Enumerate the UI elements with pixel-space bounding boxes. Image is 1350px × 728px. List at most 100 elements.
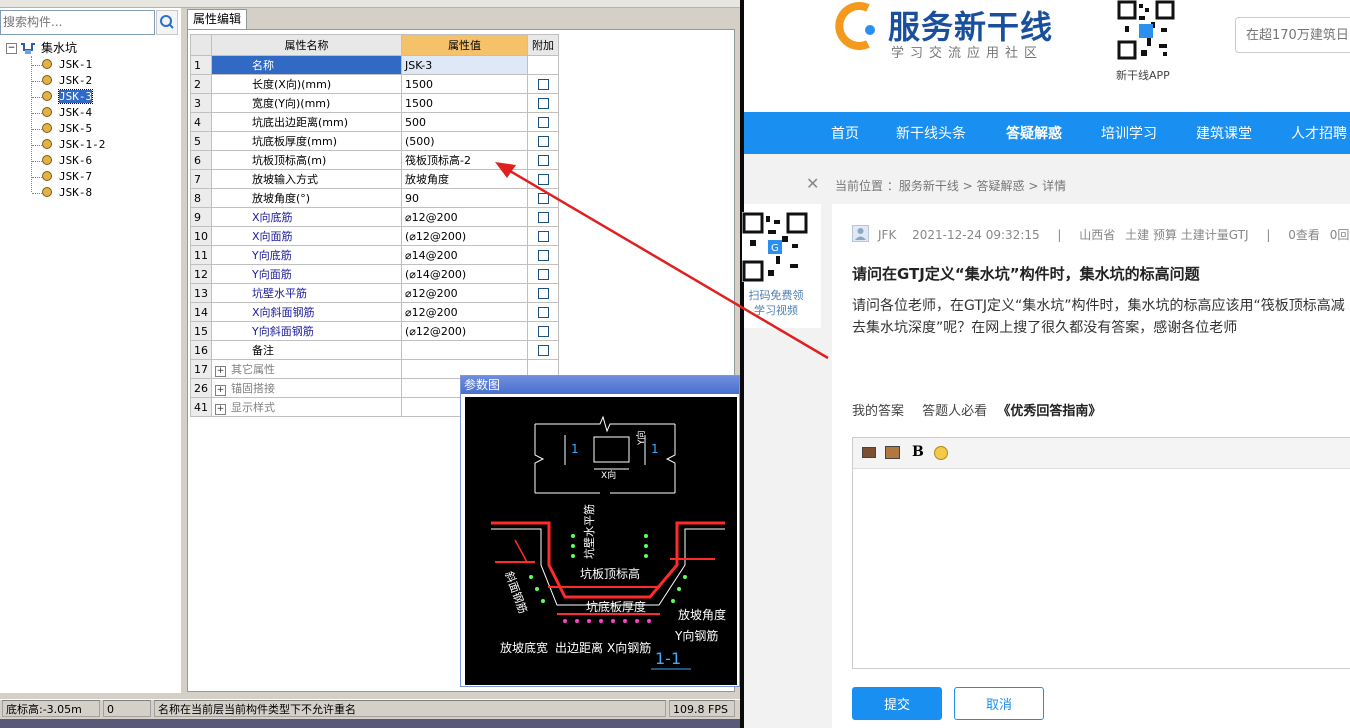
- property-row[interactable]: 13 坑壁水平筋 ⌀12@200: [190, 283, 559, 303]
- extra-checkbox[interactable]: [537, 269, 549, 280]
- property-value[interactable]: 1500: [401, 74, 528, 94]
- nav-item-2[interactable]: 答疑解惑: [1006, 123, 1062, 143]
- site-logo-icon[interactable]: [832, 0, 880, 62]
- property-row[interactable]: 16 备注: [190, 340, 559, 360]
- extra-checkbox[interactable]: [537, 155, 549, 166]
- diagram-label-slope-width: 放坡底宽: [500, 640, 548, 655]
- property-value[interactable]: 放坡角度: [401, 169, 528, 189]
- tab-property-edit[interactable]: 属性编辑: [187, 9, 247, 30]
- search-button[interactable]: [156, 10, 178, 35]
- property-row[interactable]: 3 宽度(Y向)(mm) 1500: [190, 93, 559, 113]
- extra-checkbox[interactable]: [537, 117, 549, 128]
- tree-root-item[interactable]: 集水坑: [41, 40, 77, 56]
- property-name: Y向面筋: [211, 264, 402, 284]
- site-search-input[interactable]: [1236, 18, 1350, 52]
- diagram-label-x-dir: X向: [601, 469, 616, 481]
- tree-item-jsk-3[interactable]: JSK-3: [42, 89, 94, 105]
- property-row[interactable]: 4 坑底出边距离(mm) 500: [190, 112, 559, 132]
- extra-checkbox[interactable]: [537, 288, 549, 299]
- answer-editor[interactable]: [852, 437, 1350, 669]
- tree-item-jsk-7[interactable]: JSK-7: [42, 169, 92, 185]
- pane-splitter[interactable]: [181, 8, 186, 693]
- property-value[interactable]: (⌀12@200): [401, 321, 528, 341]
- question-time: 2021-12-24 09:32:15: [912, 228, 1040, 242]
- property-value[interactable]: 90: [401, 188, 528, 208]
- extra-checkbox[interactable]: [537, 193, 549, 204]
- component-gear-icon: [42, 139, 52, 149]
- extra-checkbox[interactable]: [537, 345, 549, 356]
- property-value[interactable]: 500: [401, 112, 528, 132]
- tree-item-jsk-4[interactable]: JSK-4: [42, 105, 92, 121]
- property-row[interactable]: 11 Y向底筋 ⌀14@200: [190, 245, 559, 265]
- parameter-diagram-title[interactable]: 参数图: [461, 376, 739, 394]
- tree-item-jsk-5[interactable]: JSK-5: [42, 121, 92, 137]
- expand-icon[interactable]: +: [215, 404, 226, 415]
- extra-checkbox[interactable]: [537, 231, 549, 242]
- property-row[interactable]: 10 X向面筋 (⌀12@200): [190, 226, 559, 246]
- property-group[interactable]: + 显示样式: [211, 397, 402, 417]
- expand-icon[interactable]: +: [215, 366, 226, 377]
- property-value[interactable]: ⌀12@200: [401, 207, 528, 227]
- extra-checkbox[interactable]: [537, 79, 549, 90]
- cancel-button[interactable]: 取消: [954, 687, 1044, 720]
- property-row[interactable]: 8 放坡角度(°) 90: [190, 188, 559, 208]
- tree-item-jsk-1-2[interactable]: JSK-1-2: [42, 137, 105, 153]
- extra-checkbox[interactable]: [537, 98, 549, 109]
- property-row[interactable]: 12 Y向面筋 (⌀14@200): [190, 264, 559, 284]
- property-row[interactable]: 6 坑板顶标高(m) 筏板顶标高-2: [190, 150, 559, 170]
- property-row[interactable]: 15 Y向斜面钢筋 (⌀12@200): [190, 321, 559, 341]
- site-search-box[interactable]: [1235, 17, 1350, 53]
- insert-image-icon[interactable]: [862, 447, 876, 458]
- property-name: 坑底出边距离(mm): [211, 112, 402, 132]
- property-value[interactable]: (500): [401, 131, 528, 151]
- nav-item-5[interactable]: 人才招聘: [1291, 123, 1347, 143]
- property-value[interactable]: JSK-3: [401, 55, 528, 75]
- header-property-name: 属性名称: [211, 34, 402, 56]
- question-tags[interactable]: 土建 预算 土建计量GTJ: [1125, 228, 1248, 242]
- nav-item-1[interactable]: 新干线头条: [896, 123, 966, 143]
- nav-item-0[interactable]: 首页: [831, 123, 859, 143]
- property-group[interactable]: + 锚固搭接: [211, 378, 402, 398]
- tree-item-label: JSK-6: [59, 154, 93, 167]
- property-value[interactable]: ⌀14@200: [401, 245, 528, 265]
- extra-checkbox[interactable]: [537, 326, 549, 337]
- property-row[interactable]: 2 长度(X向)(mm) 1500: [190, 74, 559, 94]
- bold-icon[interactable]: B: [912, 444, 924, 460]
- insert-picture-icon[interactable]: [885, 446, 900, 459]
- nav-item-4[interactable]: 建筑课堂: [1196, 123, 1252, 143]
- property-value[interactable]: [401, 340, 528, 360]
- property-value[interactable]: 1500: [401, 93, 528, 113]
- property-value[interactable]: (⌀14@200): [401, 264, 528, 284]
- tree-item-jsk-2[interactable]: JSK-2: [42, 73, 92, 89]
- tree-collapse-toggle[interactable]: −: [6, 43, 17, 54]
- property-row[interactable]: 9 X向底筋 ⌀12@200: [190, 207, 559, 227]
- property-value[interactable]: 筏板顶标高-2: [401, 150, 528, 170]
- property-value[interactable]: ⌀12@200: [401, 302, 528, 322]
- component-gear-icon: [42, 155, 52, 165]
- extra-checkbox[interactable]: [537, 174, 549, 185]
- property-value[interactable]: (⌀12@200): [401, 226, 528, 246]
- extra-checkbox[interactable]: [537, 136, 549, 147]
- extra-checkbox[interactable]: [537, 307, 549, 318]
- component-search-box[interactable]: [0, 10, 155, 35]
- property-group[interactable]: + 其它属性: [211, 359, 402, 379]
- extra-checkbox[interactable]: [537, 250, 549, 261]
- close-icon[interactable]: ✕: [806, 174, 819, 193]
- property-value[interactable]: ⌀12@200: [401, 283, 528, 303]
- question-author[interactable]: JFK: [878, 228, 896, 242]
- property-row[interactable]: 7 放坡输入方式 放坡角度: [190, 169, 559, 189]
- tree-item-jsk-6[interactable]: JSK-6: [42, 153, 92, 169]
- expand-icon[interactable]: +: [215, 385, 226, 396]
- tree-item-jsk-1[interactable]: JSK-1: [42, 57, 92, 73]
- answer-guide-link[interactable]: 《优秀回答指南》: [997, 404, 1101, 419]
- nav-item-3[interactable]: 培训学习: [1101, 123, 1157, 143]
- property-row[interactable]: 1 名称 JSK-3: [190, 55, 559, 75]
- component-search-input[interactable]: [1, 11, 151, 32]
- property-row[interactable]: 5 坑底板厚度(mm) (500): [190, 131, 559, 151]
- submit-button[interactable]: 提交: [852, 687, 942, 720]
- extra-checkbox[interactable]: [537, 212, 549, 223]
- emoji-icon[interactable]: [934, 446, 948, 460]
- property-row[interactable]: 14 X向斜面钢筋 ⌀12@200: [190, 302, 559, 322]
- row-number: 15: [190, 321, 212, 341]
- tree-item-jsk-8[interactable]: JSK-8: [42, 185, 92, 201]
